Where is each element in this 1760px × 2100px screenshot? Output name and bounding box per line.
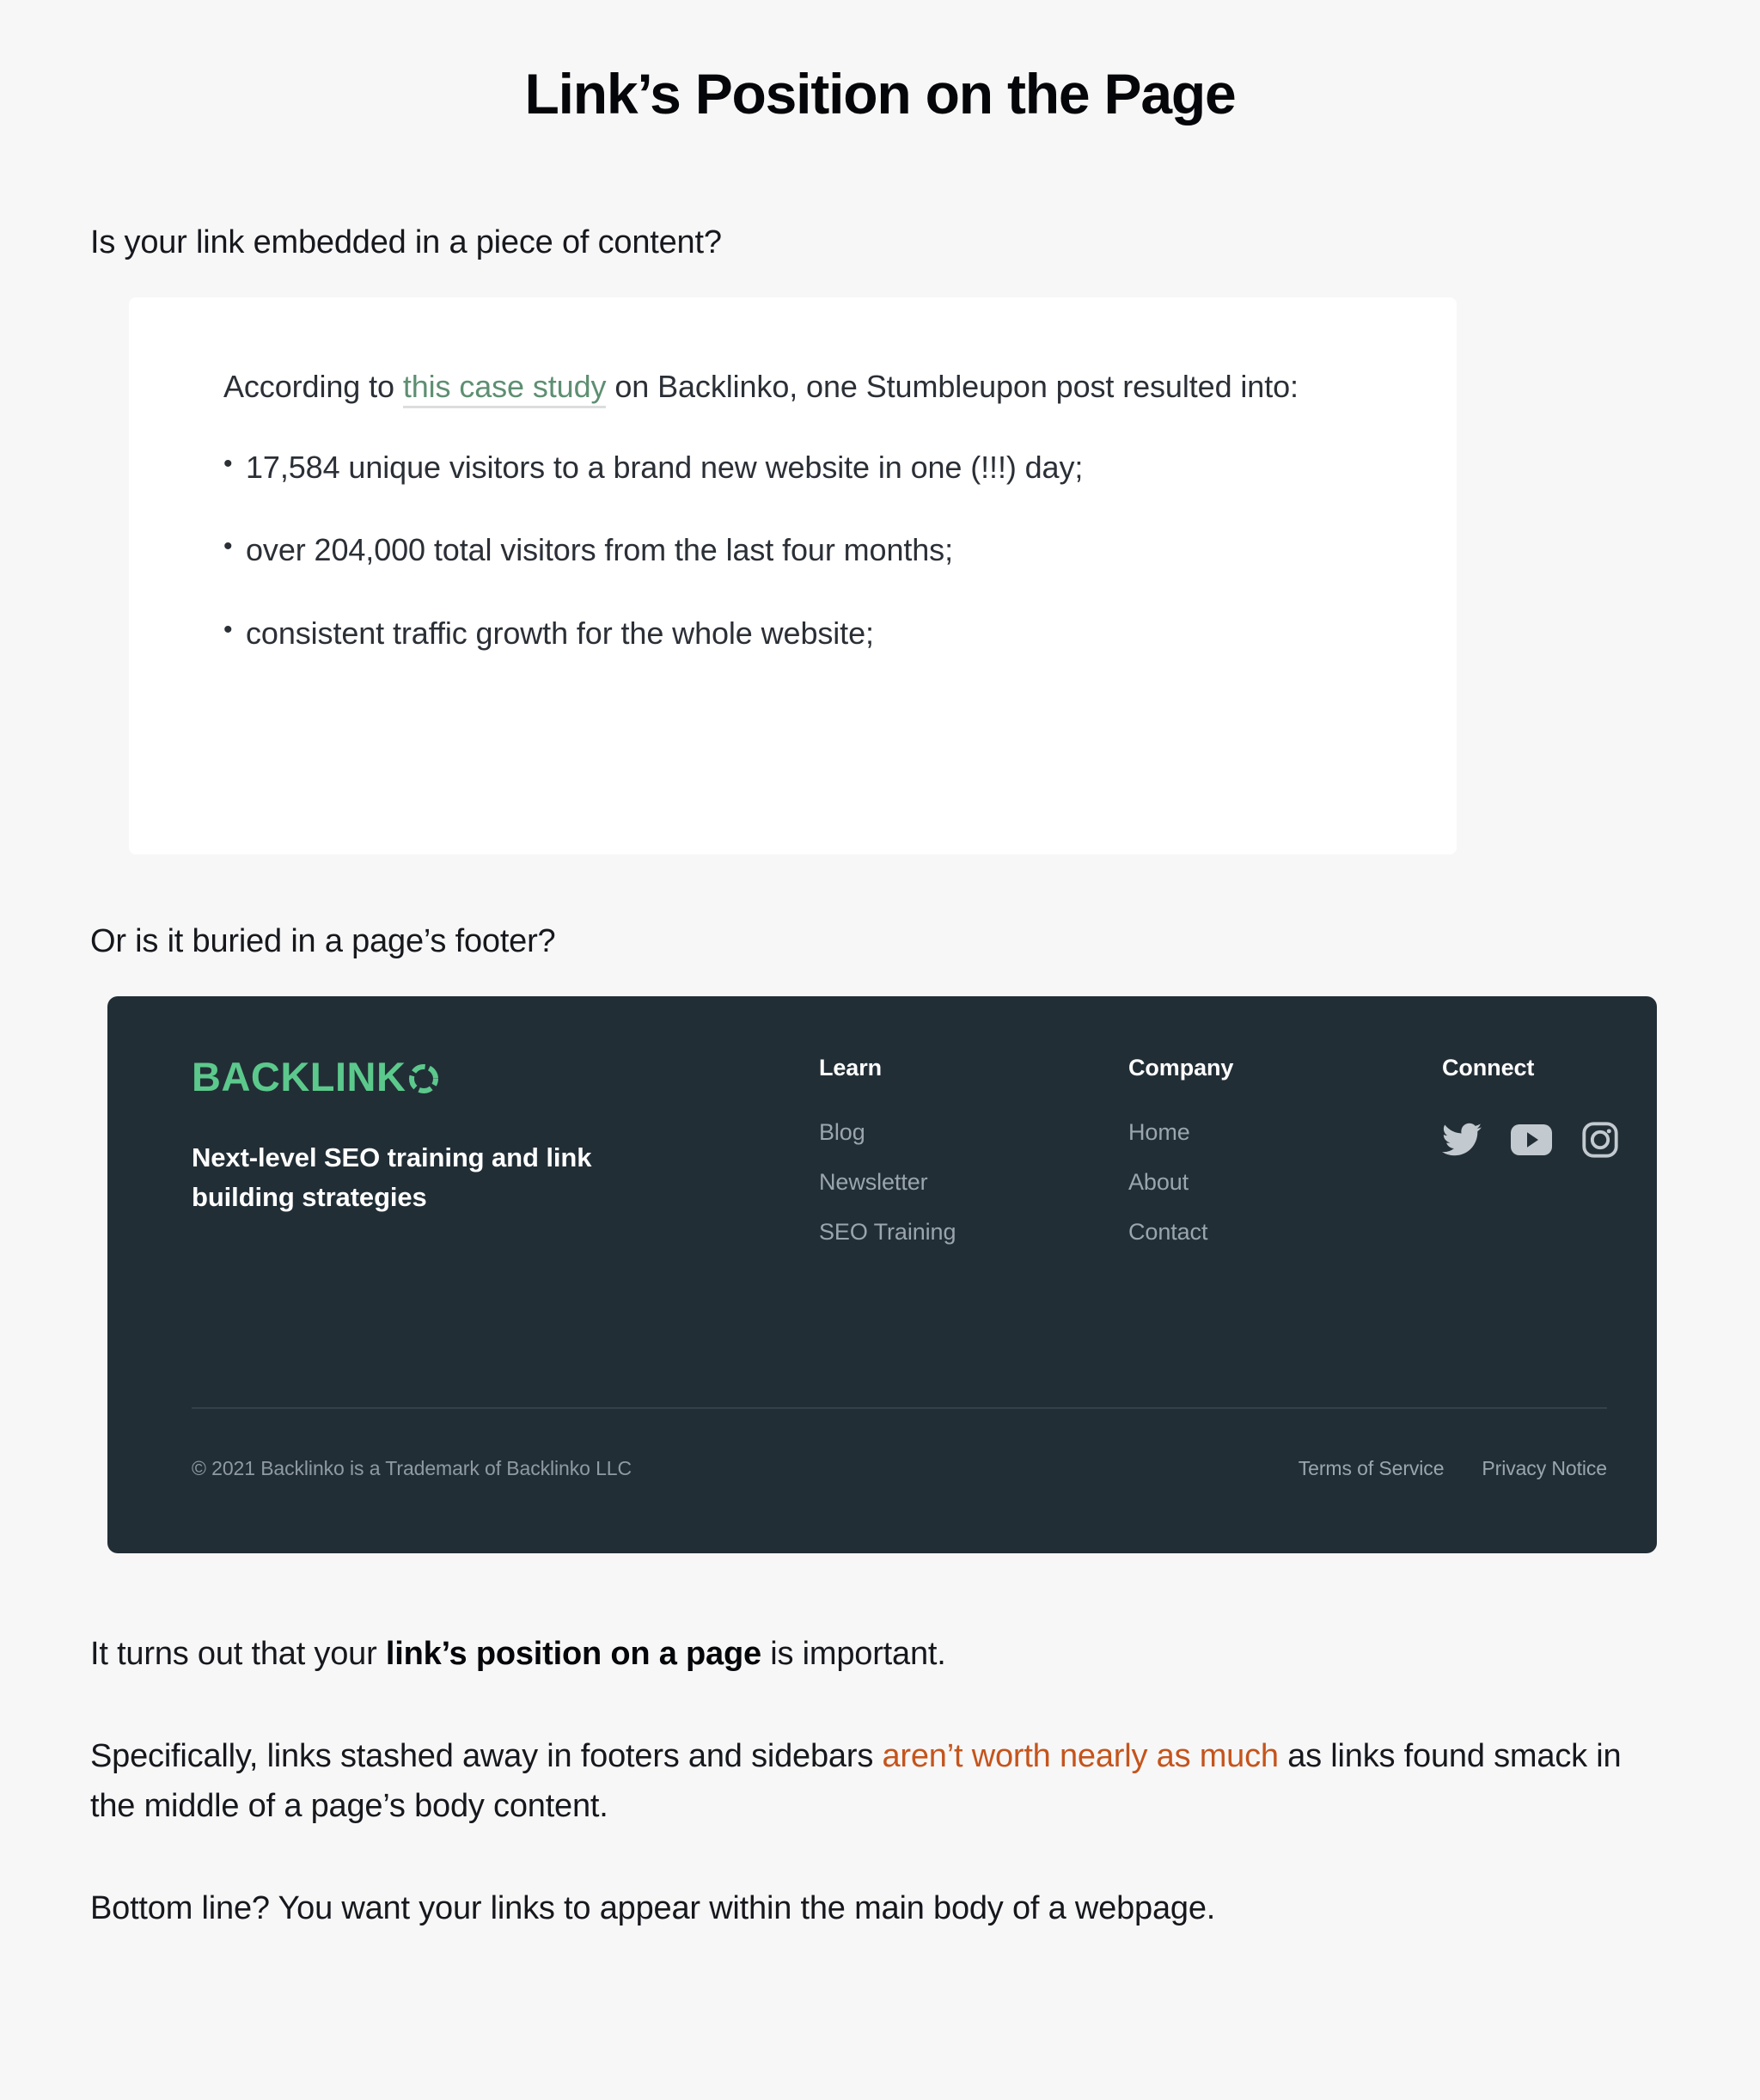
footer-screenshot: BACKLINK Next-level SEO training and lin… — [107, 995, 1657, 1553]
screenshot-bullet-list: 17,584 unique visitors to a brand new we… — [223, 446, 1457, 655]
article-page: Link’s Position on the Page Is your link… — [0, 0, 1760, 2100]
footer-link-list: Home About Contact — [1128, 1120, 1442, 1244]
question-paragraph-2: Or is it buried in a page’s footer? — [90, 922, 556, 959]
footer-bottom-bar: © 2021 Backlinko is a Trademark of Backl… — [192, 1456, 1607, 1479]
screenshot-lead-text: According to this case study on Backlink… — [223, 364, 1375, 408]
legal-links: Terms of Service Privacy Notice — [1299, 1458, 1607, 1479]
question-paragraph-1: Is your link embedded in a piece of cont… — [90, 223, 722, 260]
list-item: consistent traffic growth for the whole … — [223, 612, 1457, 655]
footer-link-list: Blog Newsletter SEO Training — [819, 1120, 1128, 1244]
copyright-text: © 2021 Backlinko is a Trademark of Backl… — [192, 1456, 632, 1479]
p1-text-after-bold: is important. — [761, 1635, 946, 1672]
brand-tagline: Next-level SEO training and link buildin… — [192, 1142, 592, 1212]
footer-column-title: Company — [1128, 1054, 1234, 1081]
footer-column-connect: Connect — [1442, 1056, 1619, 1163]
lead-text-after-link: on Backlinko, one Stumbleupon post resul… — [606, 368, 1299, 404]
body-paragraph-2: Specifically, links stashed away in foot… — [90, 1680, 1670, 1833]
case-study-link[interactable]: this case study — [402, 368, 607, 408]
instagram-icon[interactable] — [1581, 1121, 1619, 1163]
article-content-2: Or is it buried in a page’s footer? — [0, 854, 1760, 967]
footer-link-about[interactable]: About — [1128, 1170, 1442, 1194]
backlinko-logo: BACKLINK — [192, 1056, 819, 1097]
footer-brand-column: BACKLINK Next-level SEO training and lin… — [149, 1056, 819, 1217]
footer-column-title: Connect — [1442, 1054, 1535, 1081]
youtube-icon[interactable] — [1511, 1123, 1552, 1160]
footer-columns: BACKLINK Next-level SEO training and lin… — [149, 1056, 1618, 1270]
footer-link-contact[interactable]: Contact — [1128, 1220, 1442, 1244]
body-paragraph-1: It turns out that your link’s position o… — [90, 1553, 1670, 1680]
footer-column-learn: Learn Blog Newsletter SEO Training — [819, 1056, 1128, 1270]
list-item: over 204,000 total visitors from the las… — [223, 529, 1457, 572]
worth-nearly-as-much-link[interactable]: aren’t worth nearly as much — [882, 1738, 1279, 1774]
article-content-3: It turns out that your link’s position o… — [0, 1553, 1760, 1935]
page-title: Link’s Position on the Page — [524, 62, 1237, 126]
privacy-notice-link[interactable]: Privacy Notice — [1482, 1458, 1607, 1479]
footer-link-seo-training[interactable]: SEO Training — [819, 1220, 1128, 1244]
p2-text-before-link: Specifically, links stashed away in foot… — [90, 1737, 883, 1774]
embedded-content-screenshot: According to this case study on Backlink… — [129, 297, 1457, 854]
footer-column-title: Learn — [819, 1054, 883, 1081]
footer-column-company: Company Home About Contact — [1128, 1056, 1442, 1270]
footer-link-home[interactable]: Home — [1128, 1120, 1442, 1144]
footer-divider — [192, 1406, 1607, 1409]
ring-o-icon — [407, 1061, 440, 1094]
terms-of-service-link[interactable]: Terms of Service — [1299, 1458, 1445, 1479]
article-content: Is your link embedded in a piece of cont… — [0, 127, 1760, 268]
social-icon-row — [1442, 1121, 1619, 1163]
logo-wordmark: BACKLINK — [192, 1053, 406, 1099]
lead-text-before-link: According to — [223, 368, 403, 404]
p1-bold-phrase: link’s position on a page — [385, 1635, 761, 1672]
list-item: 17,584 unique visitors to a brand new we… — [223, 446, 1457, 489]
footer-link-newsletter[interactable]: Newsletter — [819, 1170, 1128, 1194]
footer-link-blog[interactable]: Blog — [819, 1120, 1128, 1144]
p1-text-before-bold: It turns out that your — [90, 1635, 386, 1672]
body-paragraph-3: Bottom line? You want your links to appe… — [90, 1890, 1216, 1927]
twitter-icon[interactable] — [1442, 1123, 1482, 1161]
